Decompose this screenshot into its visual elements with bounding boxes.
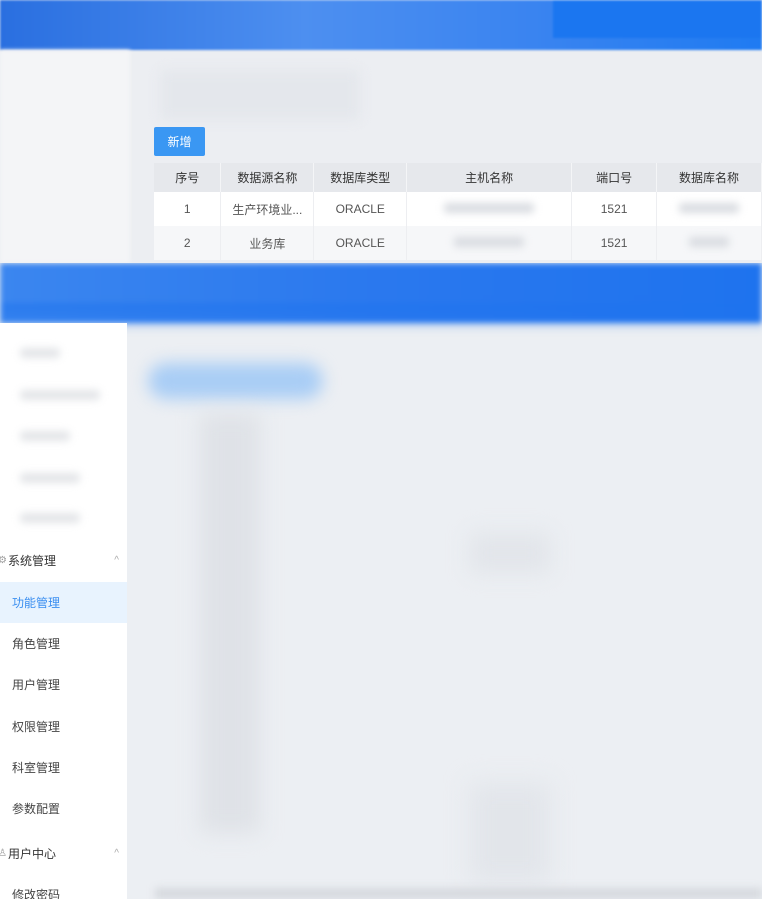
cell-db <box>656 192 762 226</box>
top-sidebar <box>0 50 130 263</box>
cell-name: 生产环境业... <box>220 192 315 226</box>
sidebar-item-label: 角色管理 <box>12 637 61 651</box>
header-index: 序号 <box>154 163 222 192</box>
gear-icon: ⚙ <box>0 554 7 566</box>
sidebar-item-label: 修改密码 <box>12 888 61 899</box>
cell-host <box>406 192 573 226</box>
header-port: 端口号 <box>571 163 658 192</box>
cell-type: ORACLE <box>313 192 408 226</box>
user-icon: ♙ <box>0 847 7 859</box>
cell-db <box>656 226 762 260</box>
host-redacted <box>454 237 525 247</box>
datasource-table: 序号 数据源名称 数据库类型 主机名称 端口号 数据库名称 1 生产环境业...… <box>154 163 762 260</box>
host-redacted <box>444 203 535 213</box>
cell-index: 1 <box>154 192 222 226</box>
sidebar-item-function[interactable]: 功能管理 <box>0 582 127 623</box>
add-button[interactable]: 新增 <box>154 127 205 156</box>
cell-host <box>406 226 573 260</box>
sidebar-item-params[interactable]: 参数配置 <box>0 788 127 829</box>
header-host: 主机名称 <box>406 163 573 192</box>
blurred-content <box>200 413 260 833</box>
menu-group-user-center[interactable]: ♙ 用户中心 ^ <box>0 833 127 873</box>
sidebar-item-users[interactable]: 用户管理 <box>0 664 127 705</box>
menu-group-label: 用户中心 <box>8 846 57 861</box>
blurred-button <box>148 363 323 399</box>
sidebar-item-permissions[interactable]: 权限管理 <box>0 706 127 747</box>
chevron-up-icon: ^ <box>114 554 119 566</box>
header-datasource-name: 数据源名称 <box>220 163 315 192</box>
system-panel: ⚙ 系统管理 ^ 功能管理 角色管理 用户管理 权限管理 科室管理 参数配置 ♙… <box>0 263 762 899</box>
table-header-row: 序号 数据源名称 数据库类型 主机名称 端口号 数据库名称 <box>154 163 762 192</box>
sidebar-item-change-password[interactable]: 修改密码 <box>0 874 127 899</box>
top-header <box>0 0 762 50</box>
menu-group-system[interactable]: ⚙ 系统管理 ^ <box>0 540 127 580</box>
header-bar <box>553 0 762 38</box>
sidebar-item-roles[interactable]: 角色管理 <box>0 623 127 664</box>
blurred-content <box>470 533 550 573</box>
app-header <box>0 263 762 333</box>
db-redacted <box>689 237 730 247</box>
sidebar-item-label: 参数配置 <box>12 802 61 816</box>
header-db-name: 数据库名称 <box>656 163 762 192</box>
blurred-content <box>470 783 550 883</box>
menu-group-label: 系统管理 <box>8 553 57 568</box>
sidebar-item-label: 用户管理 <box>12 678 61 692</box>
cell-port: 1521 <box>571 192 658 226</box>
cell-name: 业务库 <box>220 226 315 260</box>
table-row[interactable]: 2 业务库 ORACLE 1521 <box>154 226 762 260</box>
sidebar-menu: ⚙ 系统管理 ^ 功能管理 角色管理 用户管理 权限管理 科室管理 参数配置 ♙… <box>0 323 127 899</box>
sidebar-item-label: 功能管理 <box>12 596 61 610</box>
cell-port: 1521 <box>571 226 658 260</box>
cell-index: 2 <box>154 226 222 260</box>
datasource-panel: 新增 序号 数据源名称 数据库类型 主机名称 端口号 数据库名称 1 生产环境业… <box>0 0 762 263</box>
sidebar-item-label: 权限管理 <box>12 720 61 734</box>
header-db-type: 数据库类型 <box>313 163 408 192</box>
cell-type: ORACLE <box>313 226 408 260</box>
content-shadow <box>155 888 762 899</box>
sidebar-item-label: 科室管理 <box>12 761 61 775</box>
table-row[interactable]: 1 生产环境业... ORACLE 1521 <box>154 192 762 226</box>
sidebar-item-departments[interactable]: 科室管理 <box>0 747 127 788</box>
db-redacted <box>679 203 740 213</box>
breadcrumb-area <box>160 70 360 120</box>
chevron-up-icon: ^ <box>114 847 119 859</box>
